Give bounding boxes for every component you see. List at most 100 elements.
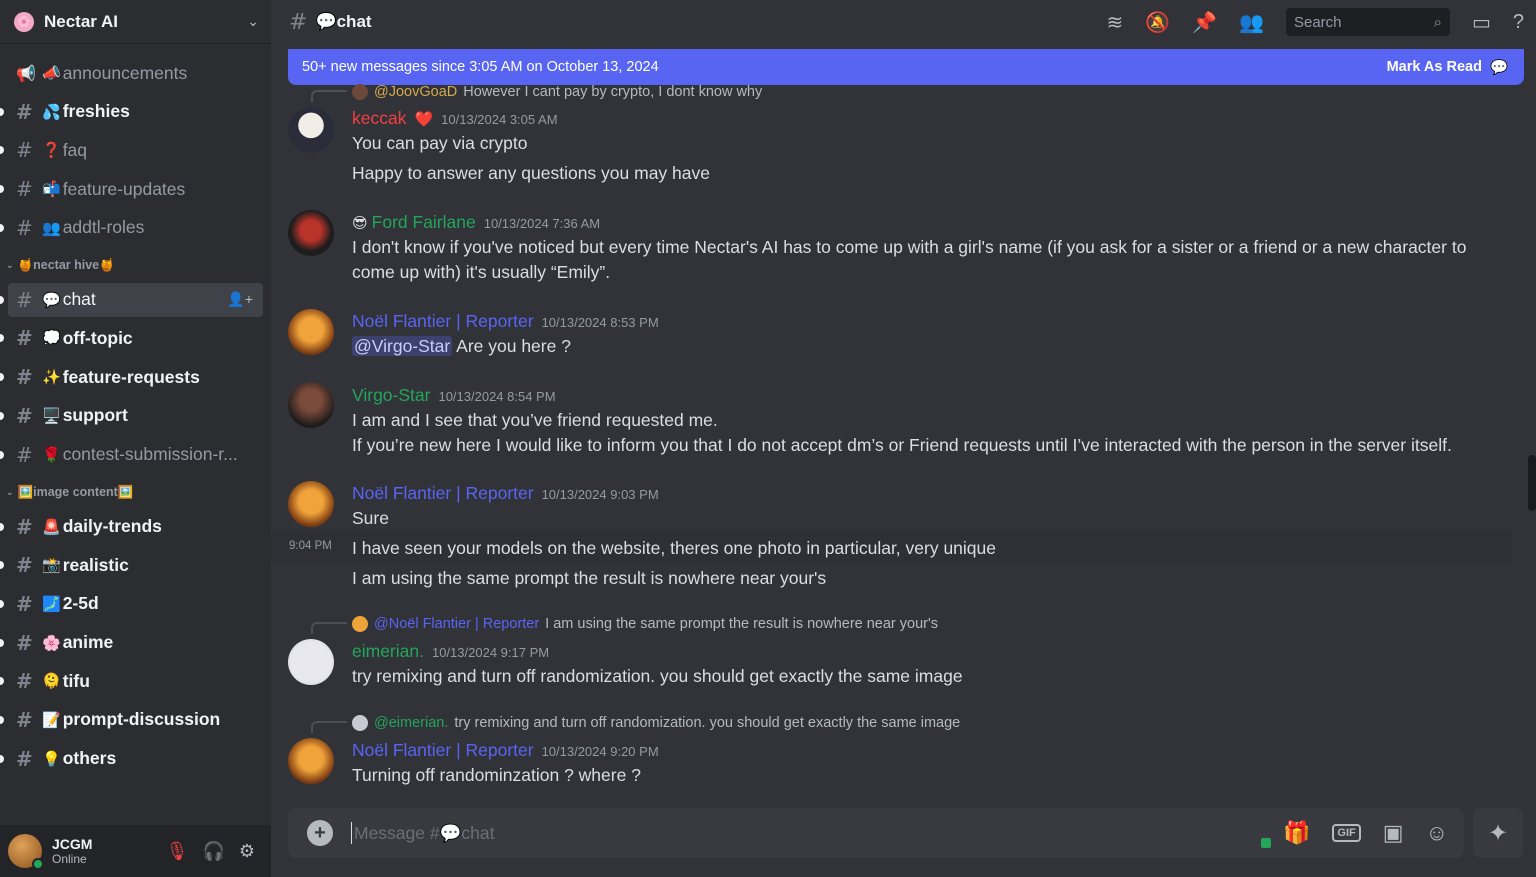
sunglasses-icon: 😎 [352,215,368,232]
server-header[interactable]: 🌸 Nectar AI ⌄ [0,0,271,44]
channel-item-prompt-discussion[interactable]: # 📝 prompt-discussion [0,703,263,737]
author-name[interactable]: Virgo-Star [352,385,430,406]
channel-item-daily-trends[interactable]: # 🚨 daily-trends [0,510,263,544]
reply-preview[interactable]: @eimerian. try remixing and turn off ran… [352,715,960,731]
channel-item-addtl-roles[interactable]: # 👥 addtl-roles [0,211,263,245]
unread-indicator [0,638,4,647]
message-header: eimerian. 10/13/2024 9:17 PM [352,641,549,662]
avatar[interactable] [288,309,334,355]
unread-indicator [0,450,4,459]
inbox-icon[interactable]: ▭ [1472,10,1491,35]
scrollbar-thumb[interactable] [1528,455,1536,511]
hash-icon: # [16,514,33,539]
timestamp: 10/13/2024 8:54 PM [438,389,556,404]
channel-item-feature-requests[interactable]: # ✨ feature-requests [0,360,263,394]
channel-item-announcements[interactable]: 📢 📣 announcements [8,56,263,90]
channel-item-feature-updates[interactable]: # 📬 feature-updates [0,172,263,206]
apps-icon[interactable]: ✦ [1473,808,1523,858]
category-image-content[interactable]: ⌄ 🖼️image content🖼️ [0,480,271,506]
author-name[interactable]: Noël Flantier | Reporter [352,311,534,332]
author-name[interactable]: Noël Flantier | Reporter [352,483,534,504]
members-icon[interactable]: 👥 [1239,10,1264,35]
emoji-icon[interactable]: ☺ [1426,820,1448,846]
channel-item-2-5d[interactable]: # 🗾 2-5d [0,587,263,621]
category-nectar-hive[interactable]: ⌄ 🍯nectar hive🍯 [0,253,271,279]
headphones-icon[interactable]: 🎧 [202,841,224,862]
channel-emoji: 💡 [42,750,61,768]
unread-indicator [0,754,4,763]
user-info[interactable]: JCGM Online [52,836,166,866]
author-name[interactable]: eimerian. [352,641,424,662]
avatar[interactable] [288,107,334,153]
channel-item-off-topic[interactable]: # 💭 off-topic [0,321,263,355]
user-avatar[interactable] [8,834,44,870]
avatar[interactable] [288,382,334,428]
message-text: try remixing and turn off randomization.… [352,666,963,686]
message-text: @Virgo-Star Are you here ? [352,336,571,357]
channel-name: freshies [62,101,130,122]
sticker-icon[interactable]: ▣ [1383,820,1404,846]
status-indicator [1260,838,1271,848]
pin-icon[interactable]: 📌 [1192,10,1217,35]
notification-bell-muted-icon[interactable]: 🔕 [1145,10,1170,35]
search-input[interactable]: Search ⌕ [1285,8,1450,36]
server-logo-icon: 🌸 [14,11,34,32]
channel-item-chat[interactable]: # 💬 chat 👤+ [0,282,263,317]
avatar[interactable] [288,639,334,685]
gift-icon[interactable]: 🎁 [1283,820,1310,846]
channel-emoji: 📬 [42,181,61,199]
avatar[interactable] [288,210,334,256]
channel-item-anime[interactable]: # 🌸 anime [0,626,263,660]
channel-item-faq[interactable]: # ❓ faq [0,133,263,167]
chevron-down-icon[interactable]: ⌄ [247,13,259,30]
author-name[interactable]: Ford Fairlane [372,212,476,233]
threads-icon[interactable]: ≋ [1106,10,1123,35]
new-messages-bar[interactable]: 50+ new messages since 3:05 AM on Octobe… [288,49,1524,85]
channel-item-tifu[interactable]: # 🫠 tifu [0,664,263,698]
channel-hash-icon: # [289,9,308,35]
timestamp: 10/13/2024 9:20 PM [541,744,659,759]
hash-icon: # [16,669,33,694]
channel-emoji: 💦 [42,103,61,121]
channel-item-support[interactable]: # 🖥️ support [0,399,263,433]
heart-badge-icon: ❤️ [414,111,434,128]
avatar[interactable] [288,738,334,784]
add-member-icon[interactable]: 👤+ [227,291,253,308]
message-input[interactable]: Message #💬chat [351,822,1261,844]
author-name[interactable]: keccak [352,108,406,129]
search-icon: ⌕ [1433,13,1442,31]
message-text: I don't know if you've noticed but every… [352,237,1467,257]
mute-mic-icon[interactable]: 🎙 [166,841,189,862]
channel-item-freshies[interactable]: # 💦 freshies [0,95,263,129]
gif-icon[interactable]: GIF [1332,824,1361,842]
reply-preview[interactable]: @Noël Flantier | Reporter I am using the… [352,616,938,632]
message-text: come up with) it's usually “Emily”. [352,262,611,282]
hash-icon: # [16,287,33,312]
author-name[interactable]: Noël Flantier | Reporter [352,740,534,761]
channel-name: support [62,405,128,426]
help-icon[interactable]: ? [1513,11,1524,34]
channel-emoji: 💬 [42,291,61,309]
message-text: If you’re new here I would like to infor… [352,435,1452,455]
channel-item-contest-submission-r[interactable]: # 🌹 contest-submission-r... [0,438,263,472]
channel-item-realistic[interactable]: # 📸 realistic [0,548,263,582]
reply-preview[interactable]: @JoovGoaD However I cant pay by crypto, … [352,84,762,100]
new-messages-text: 50+ new messages since 3:05 AM on Octobe… [302,59,659,75]
reply-author: @Noël Flantier | Reporter [374,616,540,632]
search-placeholder: Search [1293,13,1342,31]
channel-item-others[interactable]: # 💡 others [0,742,263,776]
user-mention[interactable]: @Virgo-Star [352,336,453,356]
attach-plus-icon[interactable]: + [307,820,333,846]
timestamp: 10/13/2024 7:36 AM [483,216,601,231]
gear-icon[interactable]: ⚙ [239,841,255,862]
reply-text: I am using the same prompt the result is… [545,616,939,632]
mark-as-read-button[interactable]: Mark As Read 💬 [1387,59,1508,76]
channel-name: 2-5d [62,593,99,614]
avatar[interactable] [288,481,334,527]
channel-emoji: 🌹 [42,446,61,464]
channel-sidebar: 🌸 Nectar AI ⌄ 📢 📣 announcements # 💦 freshies #… [0,0,271,877]
timestamp: 10/13/2024 3:05 AM [441,112,558,127]
message-list: @JoovGoaD However I cant pay by crypto, … [271,84,1524,797]
unread-indicator [0,599,4,608]
megaphone-icon: 📢 [16,63,36,83]
